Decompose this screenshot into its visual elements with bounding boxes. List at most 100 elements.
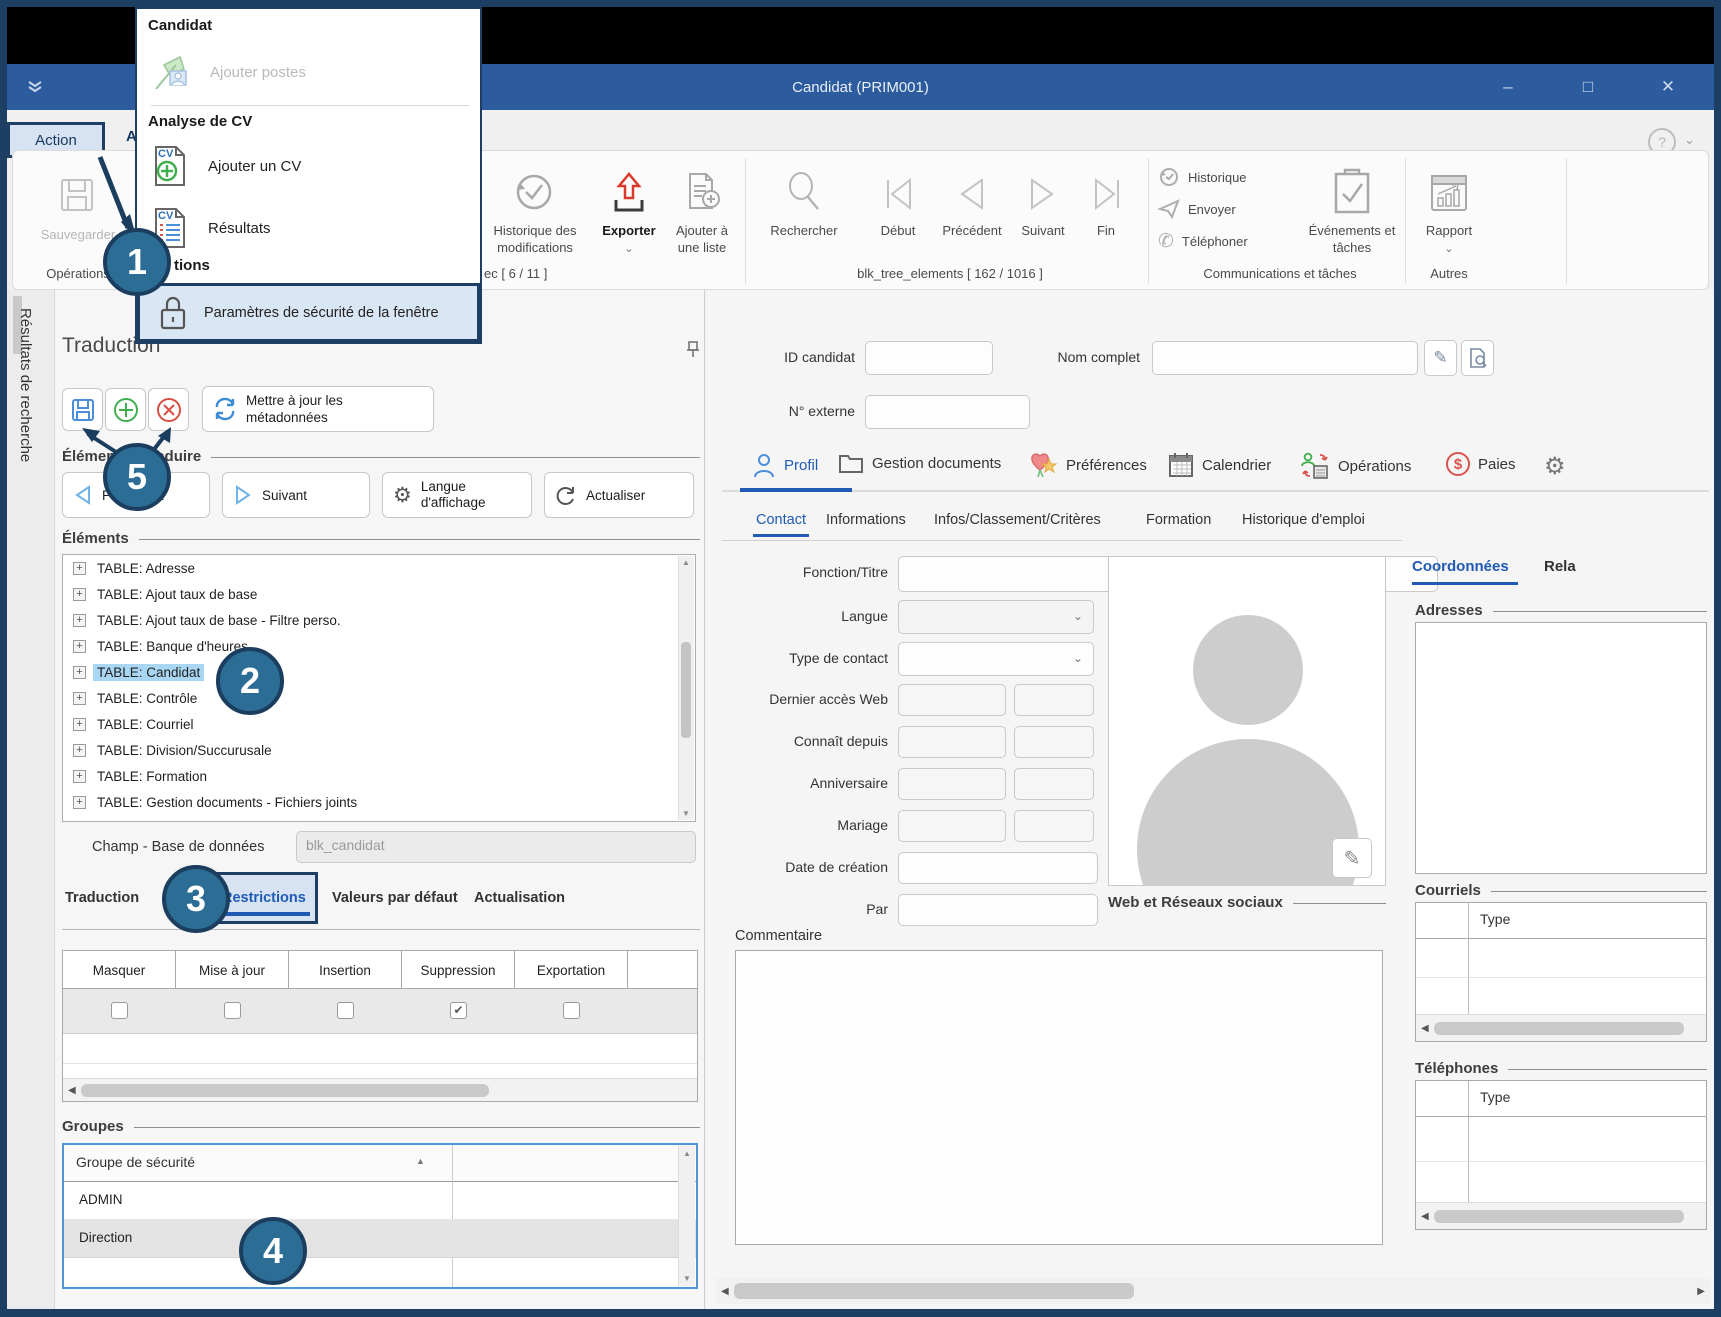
nom-complet-input[interactable]: [1152, 341, 1418, 375]
translation-save-button[interactable]: [62, 388, 103, 431]
menu-item-resultats[interactable]: CV Résultats: [150, 199, 470, 257]
previous-record-button[interactable]: Précédent: [932, 222, 1012, 239]
expander-icon[interactable]: +: [73, 743, 86, 757]
par-input[interactable]: [898, 894, 1098, 926]
export-chevron-icon[interactable]: ⌄: [596, 242, 662, 255]
maximize-button[interactable]: □: [1560, 64, 1616, 110]
grid-header-insertion[interactable]: Insertion: [289, 951, 402, 989]
quick-access-icon[interactable]: [24, 76, 50, 98]
help-chevron-icon[interactable]: ⌄: [1684, 132, 1695, 148]
minimize-button[interactable]: –: [1480, 64, 1536, 110]
date-creation-input[interactable]: [898, 852, 1098, 884]
expander-icon[interactable]: +: [73, 613, 86, 627]
mariage-input-1[interactable]: [898, 810, 1006, 842]
send-button[interactable]: Envoyer: [1158, 198, 1236, 220]
groups-scrollbar[interactable]: ▲ ▼: [678, 1146, 695, 1286]
pin-icon[interactable]: [684, 340, 702, 358]
tree-item-selected[interactable]: + TABLE: Candidat: [63, 659, 695, 685]
tree-scrollbar[interactable]: ▲ ▼: [678, 556, 694, 820]
adresses-listbox[interactable]: [1415, 622, 1707, 874]
first-record-button[interactable]: Début: [872, 222, 924, 239]
scroll-left-icon[interactable]: ◀: [1416, 1211, 1434, 1222]
commentaire-textarea[interactable]: [735, 950, 1383, 1245]
edit-name-button[interactable]: ✎: [1424, 340, 1457, 376]
langue-select[interactable]: ⌄: [898, 600, 1094, 634]
translation-cancel-button[interactable]: [148, 388, 189, 431]
tree-item[interactable]: + TABLE: Ajout taux de base - Filtre pers…: [63, 607, 695, 633]
subtab-formation[interactable]: Formation: [1146, 512, 1211, 528]
last-record-button[interactable]: Fin: [1084, 222, 1128, 239]
grid-header-exportation[interactable]: Exportation: [515, 951, 628, 989]
id-candidat-input[interactable]: [865, 341, 993, 375]
group-row-direction[interactable]: Direction: [64, 1220, 696, 1258]
telephones-hscrollbar[interactable]: ◀: [1416, 1202, 1706, 1229]
expander-icon[interactable]: +: [73, 769, 86, 783]
tab-operations[interactable]: Opérations: [1300, 452, 1411, 480]
display-language-button[interactable]: ⚙ Langue d'affichage: [382, 472, 532, 518]
scroll-right-icon[interactable]: ▶: [1692, 1286, 1710, 1297]
tab-restrictions[interactable]: Restrictions: [222, 890, 306, 906]
subtab-informations[interactable]: Informations: [826, 512, 906, 528]
db-field-input[interactable]: blk_candidat: [296, 831, 696, 863]
translation-add-button[interactable]: [105, 388, 146, 431]
scroll-down-icon[interactable]: ▼: [683, 1274, 691, 1283]
next-record-button[interactable]: Suivant: [1012, 222, 1074, 239]
expander-icon[interactable]: +: [73, 561, 86, 575]
anniversaire-input-1[interactable]: [898, 768, 1006, 800]
menu-item-ajouter-postes[interactable]: Ajouter postes: [150, 43, 470, 101]
report-button[interactable]: Rapport: [1418, 222, 1480, 239]
grid-header-mise-a-jour[interactable]: Mise à jour: [176, 951, 289, 989]
dernier-acces-input-2[interactable]: [1014, 684, 1094, 716]
connait-depuis-input-1[interactable]: [898, 726, 1006, 758]
tab-valeurs-defaut[interactable]: Valeurs par défaut: [332, 890, 458, 906]
panel-hscrollbar[interactable]: ◀ ▶: [716, 1278, 1710, 1304]
events-tasks-button[interactable]: Événements et tâches: [1296, 222, 1408, 256]
mariage-input-2[interactable]: [1014, 810, 1094, 842]
tab-preferences[interactable]: Préférences: [1030, 452, 1147, 478]
checkbox-suppression-checked[interactable]: ✔: [450, 1002, 467, 1019]
candidate-photo[interactable]: [1108, 556, 1386, 886]
expander-icon[interactable]: +: [73, 639, 86, 653]
tab-actualisation[interactable]: Actualisation: [474, 890, 565, 906]
tab-profil[interactable]: Profil: [752, 452, 818, 478]
menu-item-parametres-securite[interactable]: Paramètres de sécurité de la fenêtre: [137, 283, 480, 342]
tab-calendrier[interactable]: Calendrier: [1168, 452, 1271, 478]
phone-button[interactable]: ✆ Téléphoner: [1158, 230, 1248, 253]
grid-header-suppression[interactable]: Suppression: [402, 951, 515, 989]
menu-item-ajouter-cv[interactable]: CV Ajouter un CV: [150, 137, 470, 195]
report-chevron-icon[interactable]: ⌄: [1418, 242, 1480, 255]
tab-coordonnees[interactable]: Coordonnées: [1412, 558, 1509, 575]
tab-traduction[interactable]: Traduction: [65, 890, 139, 906]
grid-hscrollbar[interactable]: ◀: [63, 1078, 697, 1101]
subtab-contact[interactable]: Contact: [756, 512, 806, 528]
scroll-left-icon[interactable]: ◀: [63, 1085, 81, 1096]
anniversaire-input-2[interactable]: [1014, 768, 1094, 800]
search-button[interactable]: Rechercher: [756, 222, 852, 239]
scroll-up-icon[interactable]: ▲: [682, 558, 690, 567]
history-button[interactable]: Historique: [1158, 166, 1247, 188]
no-externe-input[interactable]: [865, 395, 1030, 429]
expander-icon[interactable]: +: [73, 795, 86, 809]
settings-gear-icon[interactable]: ⚙: [1544, 452, 1566, 481]
tree-item[interactable]: + TABLE: Ajout taux de base: [63, 581, 695, 607]
preview-button[interactable]: [1461, 340, 1494, 376]
expander-icon[interactable]: +: [73, 665, 86, 679]
refresh-elements-button[interactable]: Actualiser: [544, 472, 694, 518]
tree-item[interactable]: + TABLE: Division/Succurusale: [63, 737, 695, 763]
history-modifications-button[interactable]: Historique des modifications: [478, 222, 592, 256]
type-contact-select[interactable]: ⌄: [898, 642, 1094, 676]
dernier-acces-input-1[interactable]: [898, 684, 1006, 716]
tree-item[interactable]: + TABLE: Formation: [63, 763, 695, 789]
tree-item[interactable]: + TABLE: Banque d'heures: [63, 633, 695, 659]
expander-icon[interactable]: +: [73, 691, 86, 705]
group-row-admin[interactable]: ADMIN: [64, 1182, 696, 1220]
tab-paies[interactable]: $ Paies: [1446, 452, 1516, 476]
update-metadata-button[interactable]: Mettre à jour les métadonnées: [202, 386, 434, 432]
checkbox-masquer[interactable]: [111, 1002, 128, 1019]
scroll-left-icon[interactable]: ◀: [716, 1286, 734, 1297]
scroll-down-icon[interactable]: ▼: [682, 809, 690, 818]
export-button[interactable]: Exporter: [596, 222, 662, 239]
courriels-header-row[interactable]: Type: [1416, 903, 1706, 939]
tree-item[interactable]: + TABLE: Courriel: [63, 711, 695, 737]
expander-icon[interactable]: +: [73, 587, 86, 601]
